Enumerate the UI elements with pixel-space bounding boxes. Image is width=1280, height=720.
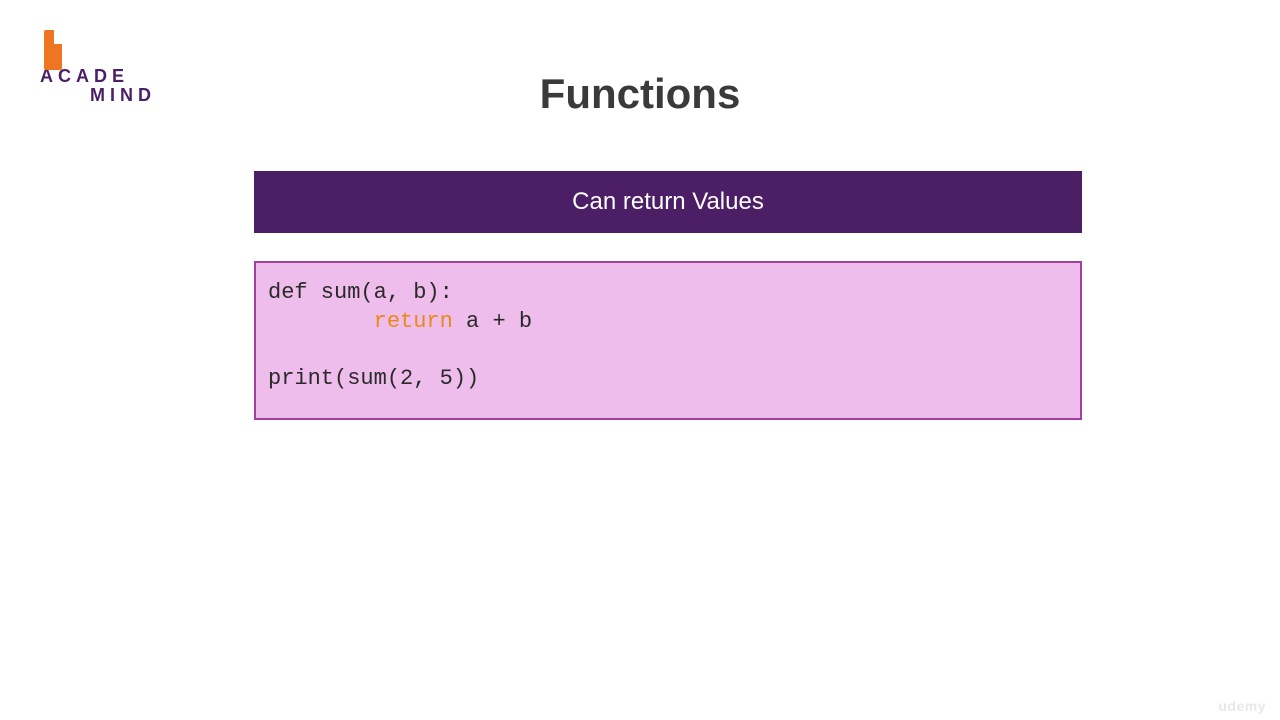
logo-text-line2: MIND: [90, 85, 156, 106]
banner-text: Can return Values: [572, 188, 764, 216]
logo-mark-icon: [44, 30, 62, 70]
watermark-text: udemy: [1218, 698, 1266, 714]
code-keyword-return: return: [374, 309, 453, 334]
code-line-4: print(sum(2, 5)): [268, 366, 479, 391]
code-line-2-post: a + b: [453, 309, 532, 334]
code-line-2-indent: [268, 309, 374, 334]
page-title: Functions: [540, 70, 741, 118]
code-line-1: def sum(a, b):: [268, 280, 453, 305]
section-banner: Can return Values: [254, 171, 1082, 233]
code-example: def sum(a, b): return a + b print(sum(2,…: [254, 261, 1082, 420]
brand-logo: ACADE MIND: [38, 30, 156, 106]
